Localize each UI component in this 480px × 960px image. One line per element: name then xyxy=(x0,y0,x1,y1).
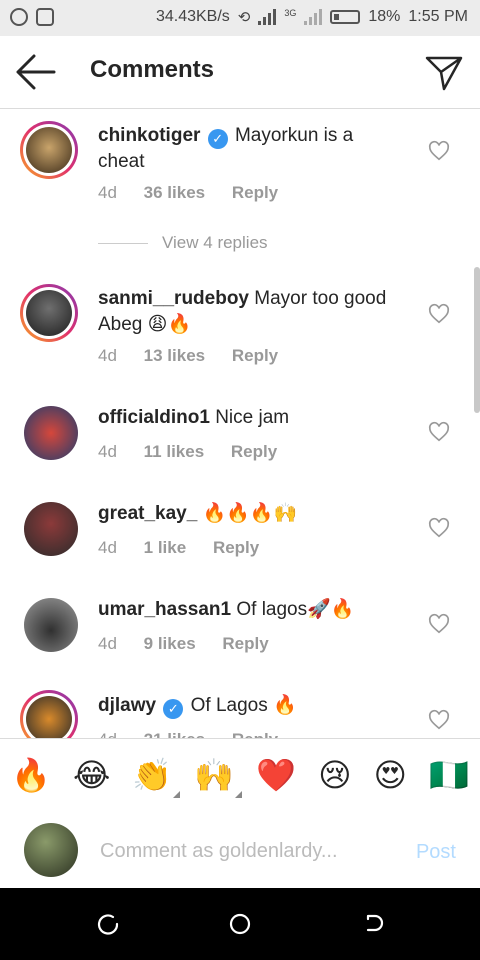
avatar[interactable] xyxy=(24,406,78,460)
reply-button[interactable]: Reply xyxy=(232,183,278,202)
heart-eyes-emoji-button[interactable]: 😍 xyxy=(374,756,407,794)
avatar[interactable] xyxy=(20,690,78,738)
comment-text: Of lagos🚀🔥 xyxy=(236,599,355,620)
back-arrow-icon[interactable] xyxy=(16,54,56,90)
comment-age: 4d xyxy=(98,538,117,557)
comment-likes[interactable]: 11 likes xyxy=(144,442,205,461)
status-left-icons xyxy=(10,8,54,26)
comment-age: 4d xyxy=(98,442,117,461)
raised-hands-emoji-button[interactable]: 🙌 xyxy=(194,756,243,798)
like-heart-icon[interactable] xyxy=(428,421,450,443)
comment-meta: 4d 13 likes Reply xyxy=(98,346,300,366)
screenshot-icon xyxy=(36,8,54,26)
view-replies-button[interactable]: View 4 replies xyxy=(98,233,268,253)
clock: 1:55 PM xyxy=(408,8,468,25)
comment-text: Nice jam xyxy=(215,407,290,428)
signal-icon xyxy=(258,9,277,25)
battery-icon xyxy=(330,10,361,24)
reply-button[interactable]: Reply xyxy=(231,442,277,461)
comment-username[interactable]: great_kay_ xyxy=(98,503,197,524)
comment-age: 4d xyxy=(98,346,117,365)
reply-button[interactable]: Reply xyxy=(232,730,278,738)
view-replies-label: View 4 replies xyxy=(162,233,268,252)
rotate-icon: ⟲ xyxy=(237,9,251,26)
avatar[interactable] xyxy=(24,598,78,652)
comment-username[interactable]: sanmi__rudeboy xyxy=(98,288,249,309)
comments-list[interactable]: chinkotiger ✓ Mayorkun is a cheat 4d 36 … xyxy=(0,109,480,738)
back-nav-icon[interactable] xyxy=(362,912,386,936)
comment-age: 4d xyxy=(98,183,117,202)
comment-meta: 4d 9 likes Reply xyxy=(98,634,291,654)
signal-icon-2 xyxy=(304,9,323,25)
verified-badge-icon: ✓ xyxy=(207,129,228,149)
comment-username[interactable]: chinkotiger xyxy=(98,125,200,146)
my-avatar[interactable] xyxy=(24,823,78,877)
system-nav-bar xyxy=(0,888,480,960)
recent-apps-icon[interactable] xyxy=(96,912,120,936)
comment-likes[interactable]: 13 likes xyxy=(144,346,205,365)
header: Comments xyxy=(0,36,480,109)
emoji-quick-bar: 🔥 😂 👏 🙌 ❤️ 😢 😍 🇳🇬 xyxy=(0,738,480,812)
comment-likes[interactable]: 21 likes xyxy=(144,730,205,738)
like-heart-icon[interactable] xyxy=(428,709,450,731)
heart-emoji-button[interactable]: ❤️ xyxy=(256,756,296,794)
whatsapp-icon xyxy=(10,8,28,26)
page-title: Comments xyxy=(90,56,215,83)
avatar[interactable] xyxy=(20,121,78,179)
comment-likes[interactable]: 1 like xyxy=(144,538,187,557)
comment-meta: 4d 36 likes Reply xyxy=(98,183,300,203)
comment-meta: 4d 11 likes Reply xyxy=(98,442,299,462)
avatar[interactable] xyxy=(24,502,78,556)
reply-button[interactable]: Reply xyxy=(213,538,259,557)
network-speed: 34.43KB/s xyxy=(155,8,230,25)
post-button[interactable]: Post xyxy=(416,841,456,864)
scrollbar[interactable] xyxy=(474,267,480,413)
comment-input[interactable] xyxy=(98,833,392,869)
comment-meta: 4d 21 likes Reply xyxy=(98,730,300,738)
comment-age: 4d xyxy=(98,730,117,738)
battery-level: 18% xyxy=(368,8,401,25)
direct-send-icon[interactable] xyxy=(424,52,464,92)
comment-username[interactable]: officialdino1 xyxy=(98,407,210,428)
reply-button[interactable]: Reply xyxy=(222,634,268,653)
status-right: 34.43KB/s ⟲ 3G 18% 1:55 PM xyxy=(156,8,468,26)
verified-badge-icon: ✓ xyxy=(163,699,184,719)
comment-meta: 4d 1 like Reply xyxy=(98,538,281,558)
status-bar: 34.43KB/s ⟲ 3G 18% 1:55 PM xyxy=(0,0,480,36)
crying-emoji-button[interactable]: 😢 xyxy=(318,756,351,794)
avatar[interactable] xyxy=(20,284,78,342)
like-heart-icon[interactable] xyxy=(428,613,450,635)
reply-button[interactable]: Reply xyxy=(232,346,278,365)
fire-emoji-button[interactable]: 🔥 xyxy=(11,756,51,794)
comment-composer: Post xyxy=(0,811,480,888)
comment-username[interactable]: djlawy xyxy=(98,695,156,716)
comment-age: 4d xyxy=(98,634,117,653)
clapping-emoji-button[interactable]: 👏 xyxy=(132,756,181,798)
like-heart-icon[interactable] xyxy=(428,517,450,539)
network-type: 3G xyxy=(284,8,297,18)
home-icon[interactable] xyxy=(228,912,252,936)
comment-username[interactable]: umar_hassan1 xyxy=(98,599,231,620)
comment-text: Of Lagos 🔥 xyxy=(190,695,297,716)
comment-text: 🔥🔥🔥🙌 xyxy=(202,503,298,524)
laughing-emoji-button[interactable]: 😂 xyxy=(73,756,110,794)
like-heart-icon[interactable] xyxy=(428,303,450,325)
comment-likes[interactable]: 9 likes xyxy=(144,634,196,653)
like-heart-icon[interactable] xyxy=(428,140,450,162)
nigeria-flag-emoji-button[interactable]: 🇳🇬 xyxy=(429,756,469,794)
comment-likes[interactable]: 36 likes xyxy=(144,183,205,202)
